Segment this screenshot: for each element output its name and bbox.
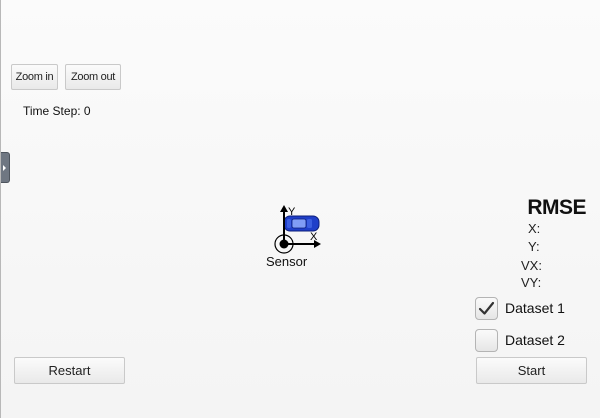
start-button[interactable]: Start — [476, 357, 587, 384]
zoom-out-button[interactable]: Zoom out — [65, 64, 121, 90]
restart-button[interactable]: Restart — [14, 357, 125, 384]
rmse-vx-label: VX: — [521, 258, 542, 273]
zoom-in-button[interactable]: Zoom in — [11, 64, 58, 90]
y-axis-arrowhead — [280, 205, 288, 212]
dataset-2-label[interactable]: Dataset 2 — [505, 332, 565, 348]
car-icon — [283, 215, 320, 232]
sensor-label: Sensor — [266, 254, 308, 269]
axis-y-label: Y — [288, 206, 296, 218]
dataset-2-option[interactable]: Dataset 2 — [475, 327, 565, 353]
dataset-2-checkbox[interactable] — [475, 328, 498, 352]
side-panel-toggle[interactable] — [1, 152, 10, 183]
dataset-1-checkbox[interactable] — [475, 296, 498, 320]
simulator-window: Zoom in Zoom out Time Step: 0 Y X Sensor… — [0, 0, 600, 418]
axis-x-label: X — [310, 231, 318, 243]
rmse-x-label: X: — [528, 221, 541, 236]
dataset-1-option[interactable]: Dataset 1 — [475, 295, 565, 321]
rmse-title: RMSE — [527, 196, 586, 219]
time-step-label: Time Step: 0 — [23, 104, 91, 118]
chevron-right-icon — [3, 165, 6, 171]
rmse-y-label: Y: — [528, 239, 540, 254]
dataset-1-label[interactable]: Dataset 1 — [505, 300, 565, 316]
rmse-vy-label: VY: — [521, 275, 542, 290]
checkmark-icon — [478, 301, 495, 315]
